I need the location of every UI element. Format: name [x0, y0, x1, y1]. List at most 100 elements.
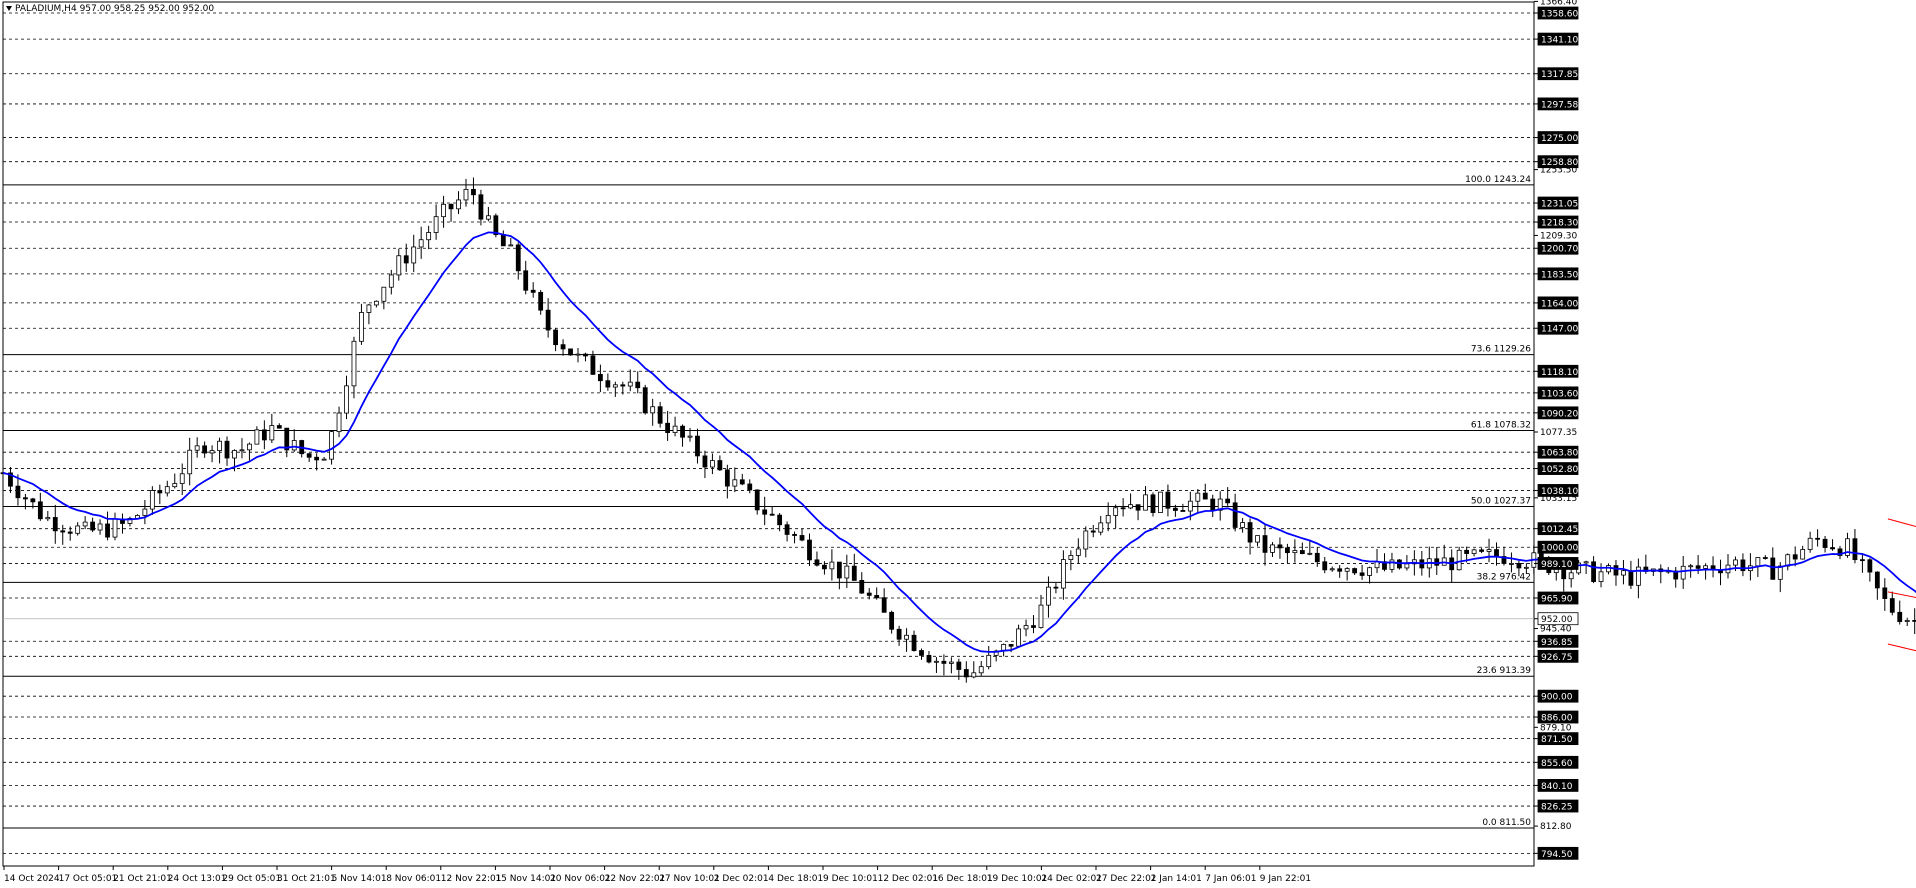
- candle-body: [1202, 492, 1208, 500]
- candle-body: [687, 435, 693, 438]
- candle-body: [381, 286, 387, 302]
- candle-body: [329, 431, 334, 460]
- y-price-tag-label: 1147.00: [1541, 325, 1578, 335]
- x-tick-label: 7 Jan 06:01: [1205, 874, 1256, 884]
- y-price-tag-label: 1103.60: [1541, 389, 1578, 399]
- fibonacci-levels: 100.0 1243.24 73.6 1129.26 61.8 1078.32 50.…: [3, 175, 1534, 829]
- candle-body: [859, 579, 865, 594]
- candle-body: [1680, 565, 1686, 580]
- candle-body: [1777, 565, 1783, 580]
- candle-body: [1046, 586, 1051, 606]
- candle-body: [635, 381, 641, 389]
- y-tick-label: 812.80: [1540, 822, 1572, 832]
- candle-body: [1598, 571, 1604, 582]
- x-tick-label: 24 Dec 02:01: [1041, 874, 1102, 884]
- fib-label: 73.6 1129.26: [1471, 345, 1531, 355]
- candle-body: [209, 450, 215, 454]
- candle-body: [919, 650, 924, 656]
- candle-body: [657, 406, 663, 424]
- y-price-tag-label: 1341.10: [1541, 36, 1578, 46]
- candle-body: [1770, 557, 1776, 580]
- fib-label: 50.0 1027.37: [1471, 496, 1531, 506]
- x-tick-label: 27 Nov 10:01: [659, 874, 720, 884]
- candle-body: [1105, 515, 1111, 524]
- y-price-tag-label: 965.90: [1541, 595, 1573, 605]
- candle-body: [710, 460, 715, 468]
- x-tick-label: 9 Jan 22:01: [1260, 874, 1311, 884]
- candle-body: [1404, 563, 1410, 569]
- candle-body: [1195, 492, 1201, 502]
- candle-body: [1038, 604, 1044, 628]
- candle-body: [844, 565, 850, 579]
- candle-body: [1180, 510, 1186, 512]
- candle-body: [799, 535, 805, 541]
- y-price-tag-label: 900.00: [1541, 693, 1573, 703]
- y-price-tag-label: 1218.30: [1541, 219, 1578, 229]
- y-price-tag-label: 855.60: [1541, 759, 1573, 769]
- y-price-tag-label: 1317.85: [1541, 70, 1578, 80]
- candle-body: [276, 425, 282, 429]
- candle-body: [37, 501, 43, 520]
- fib-label: 100.0 1243.24: [1465, 175, 1531, 185]
- x-tick-label: 5 Nov 14:01: [332, 874, 387, 884]
- candle-body: [202, 445, 208, 454]
- candle-body: [1882, 587, 1888, 599]
- y-price-tag-label: 1063.80: [1541, 449, 1578, 459]
- x-tick-label: 15 Nov 14:01: [495, 874, 556, 884]
- candle-body: [1307, 552, 1313, 555]
- candle-body: [1703, 565, 1708, 569]
- candle-body: [1815, 537, 1821, 540]
- candle-body: [1158, 491, 1163, 513]
- y-price-tag-label: 1038.10: [1541, 487, 1578, 497]
- y-tick-label: 945.40: [1540, 625, 1572, 635]
- candle-body: [1867, 559, 1873, 573]
- candle-body: [1329, 568, 1335, 571]
- candle-body: [149, 490, 155, 510]
- candle-body: [142, 508, 148, 516]
- x-tick-label: 19 Dec 10:01: [987, 874, 1048, 884]
- candle-body: [1060, 559, 1066, 589]
- candle-body: [1591, 561, 1596, 582]
- x-tick-label: 20 Nov 06:01: [550, 874, 611, 884]
- candle-body: [523, 270, 529, 291]
- candle-body: [448, 203, 454, 210]
- candle-body: [836, 561, 842, 579]
- y-price-tag-label: 1052.80: [1541, 465, 1578, 475]
- candlesticks: [0, 177, 1916, 683]
- candle-body: [665, 422, 671, 433]
- candle-body: [1299, 550, 1305, 555]
- candle-body: [433, 216, 439, 233]
- candle-body: [52, 517, 58, 532]
- candle-body: [60, 530, 66, 533]
- candle-body: [583, 353, 588, 357]
- candle-body: [948, 661, 954, 664]
- candle-body: [807, 539, 812, 561]
- candle-body: [1852, 538, 1858, 561]
- candle-body: [105, 523, 110, 538]
- y-price-tag-label: 1297.58: [1541, 100, 1578, 110]
- candle-body: [896, 628, 902, 640]
- candle-body: [1247, 522, 1253, 543]
- candle-body: [1874, 571, 1880, 589]
- candle-body: [1210, 498, 1216, 511]
- y-price-tag-label: 1200.70: [1541, 245, 1578, 255]
- candle-body: [1113, 507, 1119, 516]
- candle-body: [1494, 549, 1499, 557]
- price-chart[interactable]: 100.0 1243.24 73.6 1129.26 61.8 1078.32 50.…: [0, 0, 1916, 888]
- candle-body: [1613, 565, 1619, 576]
- y-price-tag-label: 840.10: [1541, 782, 1573, 792]
- candle-body: [493, 215, 499, 236]
- candle-body: [1755, 557, 1761, 567]
- candle-body: [172, 483, 178, 488]
- candle-body: [1762, 557, 1768, 559]
- candle-body: [650, 406, 656, 414]
- candle-body: [373, 300, 379, 306]
- candle-body: [426, 232, 432, 241]
- y-price-tag-label: 1000.00: [1541, 544, 1578, 554]
- candle-body: [717, 460, 723, 471]
- y-price-tag-label: 926.75: [1541, 653, 1573, 663]
- candle-body: [1135, 504, 1141, 511]
- candle-body: [1807, 537, 1813, 550]
- candle-body: [851, 565, 857, 581]
- candle-body: [971, 672, 977, 678]
